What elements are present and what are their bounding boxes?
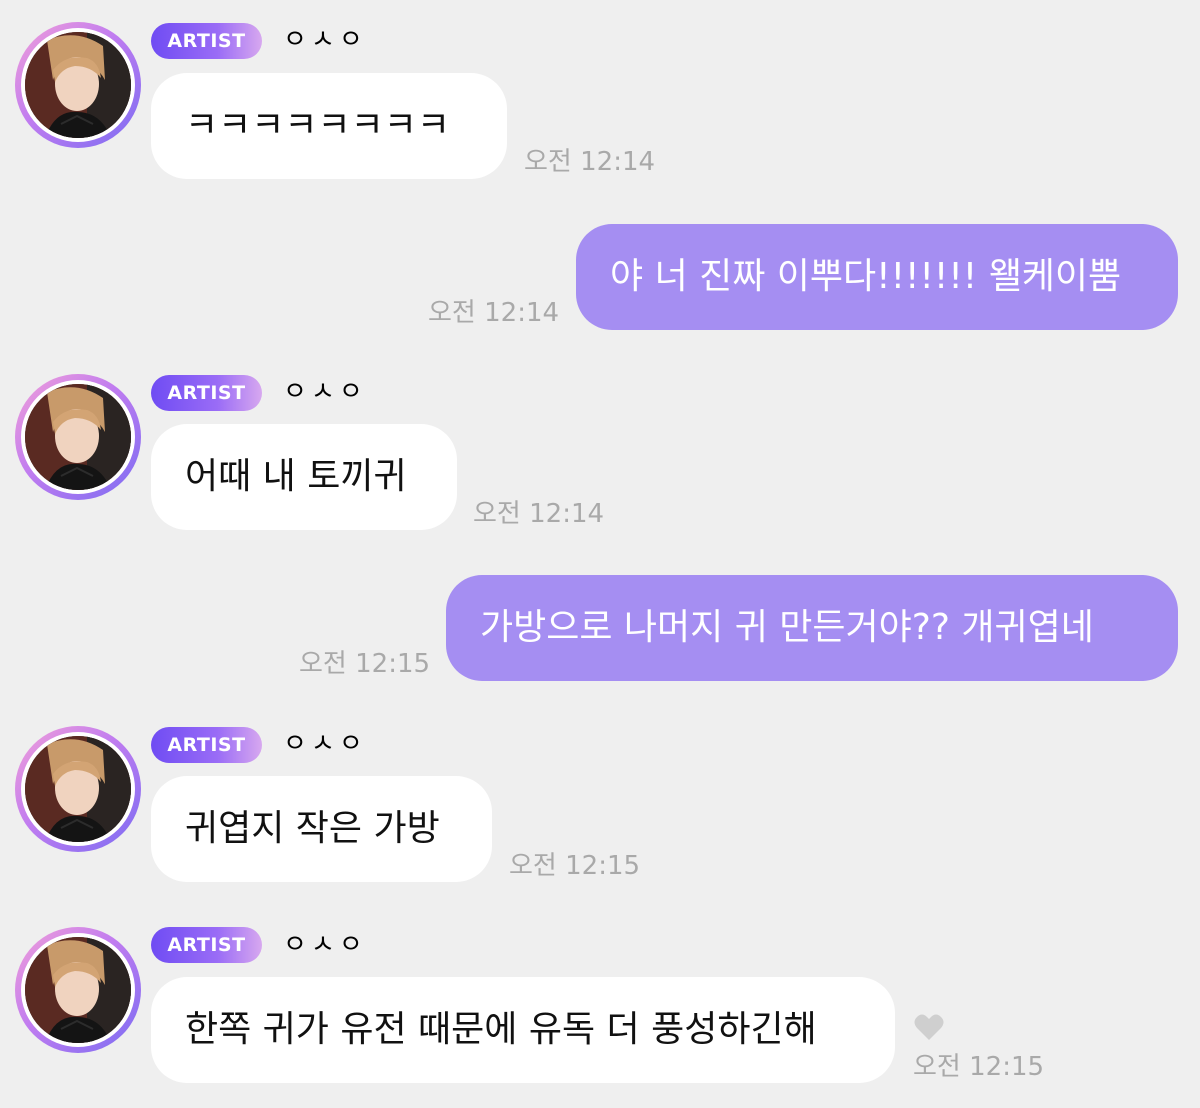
artist-badge: ARTIST [151,927,262,963]
avatar[interactable] [15,374,141,500]
avatar-photo [25,384,131,490]
message-bubble[interactable]: 한쪽 귀가 유전 때문에 유독 더 풍성하긴해 [151,977,895,1083]
avatar[interactable] [15,726,141,852]
artist-badge: ARTIST [151,727,262,763]
heart-icon[interactable] [913,1012,945,1042]
message-bubble[interactable]: 야 너 진짜 이뿌다!!!!!!! 왤케이뿜 [576,224,1178,330]
message-timestamp: 오전 12:14 [473,499,605,529]
sender-name: ㅇㅅㅇ [283,930,367,960]
message-bubble[interactable]: 귀엽지 작은 가방 [151,776,492,882]
sender-name: ㅇㅅㅇ [283,25,367,55]
message-timestamp: 오전 12:14 [428,298,560,328]
avatar-photo [25,736,131,842]
artist-badge: ARTIST [151,23,262,59]
sender-name: ㅇㅅㅇ [283,729,367,759]
sender-name: ㅇㅅㅇ [283,377,367,407]
message-timestamp: 오전 12:14 [524,147,656,177]
avatar[interactable] [15,927,141,1053]
message-bubble[interactable]: 가방으로 나머지 귀 만든거야?? 개귀엽네 [446,575,1178,681]
avatar[interactable] [15,22,141,148]
avatar-photo [25,937,131,1043]
message-timestamp: 오전 12:15 [509,851,641,881]
avatar-photo [25,32,131,138]
message-timestamp: 오전 12:15 [913,1052,1045,1082]
message-bubble[interactable]: ㅋㅋㅋㅋㅋㅋㅋㅋ [151,73,507,179]
message-bubble[interactable]: 어때 내 토끼귀 [151,424,457,530]
artist-badge: ARTIST [151,375,262,411]
message-timestamp: 오전 12:15 [299,649,431,679]
